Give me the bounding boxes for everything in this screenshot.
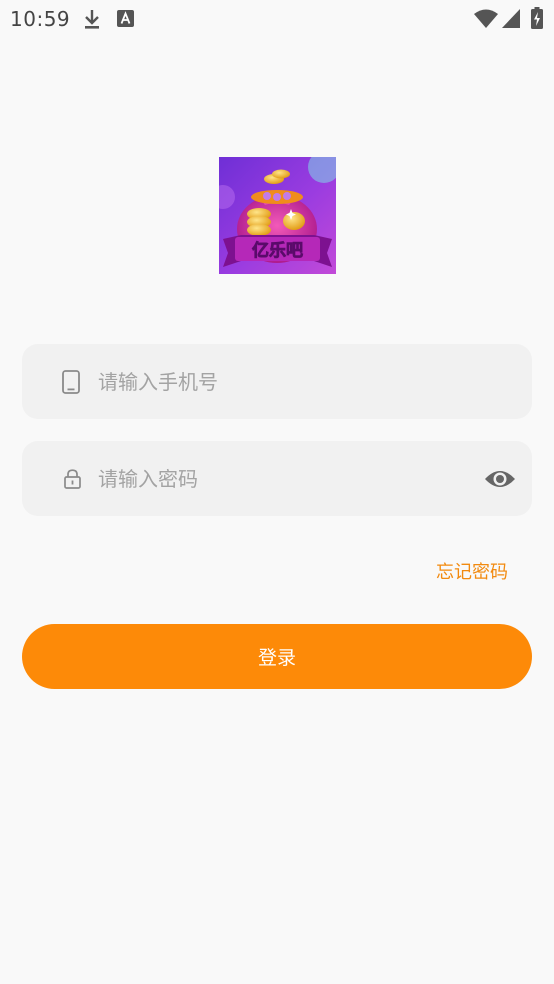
download-icon xyxy=(82,8,102,34)
phone-icon xyxy=(62,370,80,398)
status-bar: 10:59 xyxy=(0,0,554,38)
show-password-eye-icon[interactable] xyxy=(484,465,516,493)
password-field[interactable] xyxy=(22,441,532,516)
battery-charging-icon xyxy=(531,7,543,33)
password-input[interactable] xyxy=(98,441,488,516)
phone-field[interactable] xyxy=(22,344,532,419)
phone-input[interactable] xyxy=(98,344,488,419)
status-time: 10:59 xyxy=(10,7,71,31)
keyboard-a-icon xyxy=(117,10,134,31)
logo-text: 亿乐吧 xyxy=(252,240,303,261)
app-logo: 亿乐吧 xyxy=(219,157,336,274)
cellular-signal-icon xyxy=(502,9,520,32)
forgot-password-link[interactable]: 忘记密码 xyxy=(436,558,508,584)
wifi-icon xyxy=(474,9,498,32)
login-button[interactable]: 登录 xyxy=(22,624,532,689)
lock-icon xyxy=(64,469,81,493)
